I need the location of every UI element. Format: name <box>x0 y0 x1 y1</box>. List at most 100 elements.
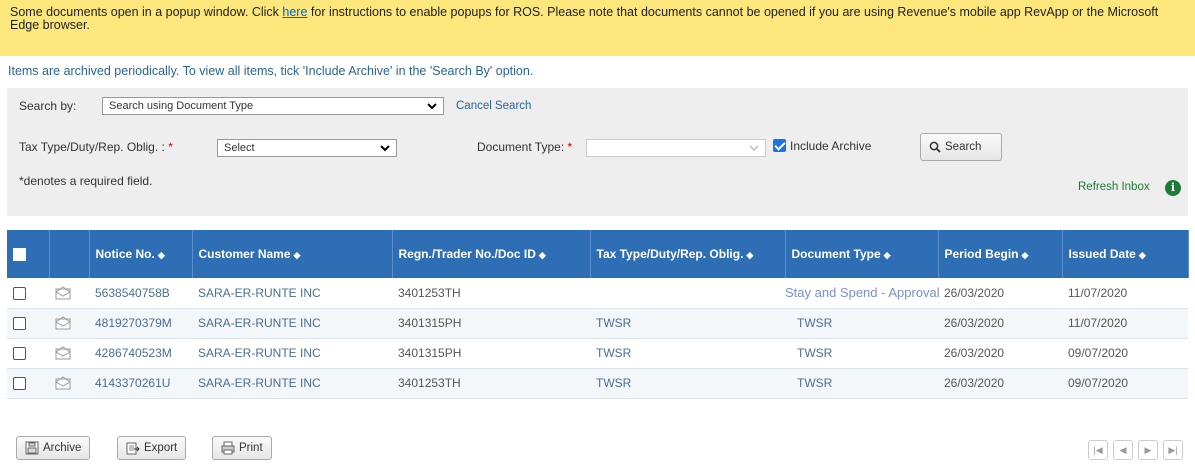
tax-type-cell <box>590 278 785 309</box>
row-checkbox[interactable] <box>13 347 26 361</box>
info-icon[interactable]: i <box>1165 180 1181 196</box>
table-header-row: Notice No. ◆ Customer Name ◆ Regn./Trader … <box>7 230 1189 278</box>
include-archive-label: Include Archive <box>790 139 872 153</box>
period-begin-cell: 26/03/2020 <box>938 278 1062 309</box>
tax-type-label: Tax Type/Duty/Rep. Oblig. : * <box>19 140 173 154</box>
export-button-label: Export <box>144 442 178 454</box>
row-checkbox[interactable] <box>13 377 26 391</box>
table-row[interactable]: 4819270379M SARA-ER-RUNTE INC 3401315PH … <box>7 308 1188 339</box>
header-document-type[interactable]: Document Type ◆ <box>785 230 939 278</box>
archive-button[interactable]: Archive <box>16 436 91 460</box>
search-by-value: Search using Document Type <box>109 100 254 112</box>
chevron-down-icon <box>380 145 390 152</box>
popup-notice-banner: Some documents open in a popup window. C… <box>0 0 1195 56</box>
first-page-button[interactable]: |◀ <box>1088 440 1108 460</box>
sort-icon: ◆ <box>883 250 891 260</box>
envelope-icon[interactable] <box>55 316 71 330</box>
required-note: *denotes a required field. <box>19 174 153 188</box>
period-begin-cell: 26/03/2020 <box>938 308 1062 339</box>
row-checkbox[interactable] <box>13 286 26 300</box>
print-icon <box>221 441 235 455</box>
sort-icon: ◆ <box>1138 250 1146 260</box>
sort-icon: ◆ <box>538 250 546 260</box>
customer-cell: SARA-ER-RUNTE INC <box>192 368 392 399</box>
refresh-inbox-link[interactable]: Refresh Inbox <box>1078 181 1150 193</box>
customer-cell: SARA-ER-RUNTE INC <box>192 278 392 309</box>
regn-cell: 3401315PH <box>392 338 590 369</box>
chevron-down-icon <box>427 103 437 110</box>
sort-icon: ◆ <box>1021 250 1029 260</box>
document-type-label: Document Type: * <box>477 140 573 154</box>
issued-date-cell: 09/07/2020 <box>1062 338 1188 369</box>
header-period-begin[interactable]: Period Begin ◆ <box>938 230 1063 278</box>
header-customer-name[interactable]: Customer Name ◆ <box>192 230 393 278</box>
header-tax-type[interactable]: Tax Type/Duty/Rep. Oblig. ◆ <box>590 230 786 278</box>
regn-cell: 3401315PH <box>392 308 590 339</box>
envelope-icon[interactable] <box>55 286 71 300</box>
row-checkbox[interactable] <box>13 317 26 331</box>
search-button[interactable]: Search <box>920 133 1002 161</box>
search-icon <box>929 141 941 153</box>
sort-icon: ◆ <box>746 250 754 260</box>
notice-no-cell[interactable]: 5638540758B <box>89 278 192 309</box>
next-page-icon: ▶ <box>1144 445 1152 455</box>
issued-date-cell: 11/07/2020 <box>1062 308 1188 339</box>
prev-page-button[interactable]: ◀ <box>1113 440 1133 460</box>
archive-icon <box>25 441 39 455</box>
chevron-down-icon <box>749 145 759 152</box>
notice-no-cell[interactable]: 4819270379M <box>89 308 192 339</box>
tax-type-cell: TWSR <box>590 338 785 369</box>
tax-type-cell: TWSR <box>590 368 785 399</box>
search-panel: Search by: Search using Document Type Ca… <box>7 88 1188 216</box>
sort-icon: ◆ <box>157 250 165 260</box>
header-notice-no[interactable]: Notice No. ◆ <box>89 230 193 278</box>
period-begin-cell: 26/03/2020 <box>938 368 1062 399</box>
table-row[interactable]: 5638540758B SARA-ER-RUNTE INC 3401253TH … <box>7 278 1188 309</box>
table-row[interactable]: 4286740523M SARA-ER-RUNTE INC 3401315PH … <box>7 338 1188 369</box>
cancel-search-link[interactable]: Cancel Search <box>456 100 531 112</box>
include-archive-checkbox[interactable] <box>773 139 786 152</box>
doc-type-cell: TWSR <box>785 308 938 339</box>
print-button[interactable]: Print <box>212 436 272 460</box>
search-button-label: Search <box>945 141 982 153</box>
export-button[interactable]: Export <box>117 436 187 460</box>
table-row[interactable]: 4143370261U SARA-ER-RUNTE INC 3401253TH … <box>7 368 1188 399</box>
sort-icon: ◆ <box>293 250 301 260</box>
doc-type-cell: TWSR <box>785 368 938 399</box>
inbox-table: Notice No. ◆ Customer Name ◆ Regn./Trader … <box>7 230 1189 399</box>
regn-cell: 3401253TH <box>392 278 590 309</box>
regn-cell: 3401253TH <box>392 368 590 399</box>
select-all-cell[interactable] <box>7 230 50 278</box>
issued-date-cell: 09/07/2020 <box>1062 368 1188 399</box>
tax-type-select[interactable]: Select <box>217 139 397 157</box>
next-page-button[interactable]: ▶ <box>1138 440 1158 460</box>
header-issued-date[interactable]: Issued Date ◆ <box>1062 230 1189 278</box>
notice-no-cell[interactable]: 4143370261U <box>89 368 192 399</box>
select-all-checkbox[interactable] <box>13 248 26 262</box>
search-by-select[interactable]: Search using Document Type <box>102 97 444 115</box>
notice-no-cell[interactable]: 4286740523M <box>89 338 192 369</box>
popup-help-link[interactable]: here <box>282 5 307 19</box>
print-button-label: Print <box>239 442 263 454</box>
last-page-button[interactable]: ▶| <box>1163 440 1183 460</box>
prev-page-icon: ◀ <box>1119 445 1127 455</box>
archive-message: Items are archived periodically. To view… <box>8 64 534 78</box>
doc-type-cell: Stay and Spend - Approval <box>785 278 940 309</box>
envelope-icon[interactable] <box>55 346 71 360</box>
customer-cell: SARA-ER-RUNTE INC <box>192 308 392 339</box>
header-regn[interactable]: Regn./Trader No./Doc ID ◆ <box>392 230 591 278</box>
archive-button-label: Archive <box>43 442 82 454</box>
export-icon <box>126 442 140 455</box>
document-type-select[interactable] <box>586 139 766 157</box>
search-by-label: Search by: <box>19 99 77 113</box>
customer-cell: SARA-ER-RUNTE INC <box>192 338 392 369</box>
first-page-icon: |◀ <box>1093 445 1103 455</box>
issued-date-cell: 11/07/2020 <box>1062 278 1188 309</box>
tax-type-value: Select <box>224 142 255 154</box>
tax-type-cell: TWSR <box>590 308 785 339</box>
notice-text-before: Some documents open in a popup window. C… <box>10 5 283 19</box>
period-begin-cell: 26/03/2020 <box>938 338 1062 369</box>
doc-type-cell: TWSR <box>785 338 938 369</box>
envelope-icon[interactable] <box>55 376 71 390</box>
last-page-icon: ▶| <box>1168 445 1178 455</box>
